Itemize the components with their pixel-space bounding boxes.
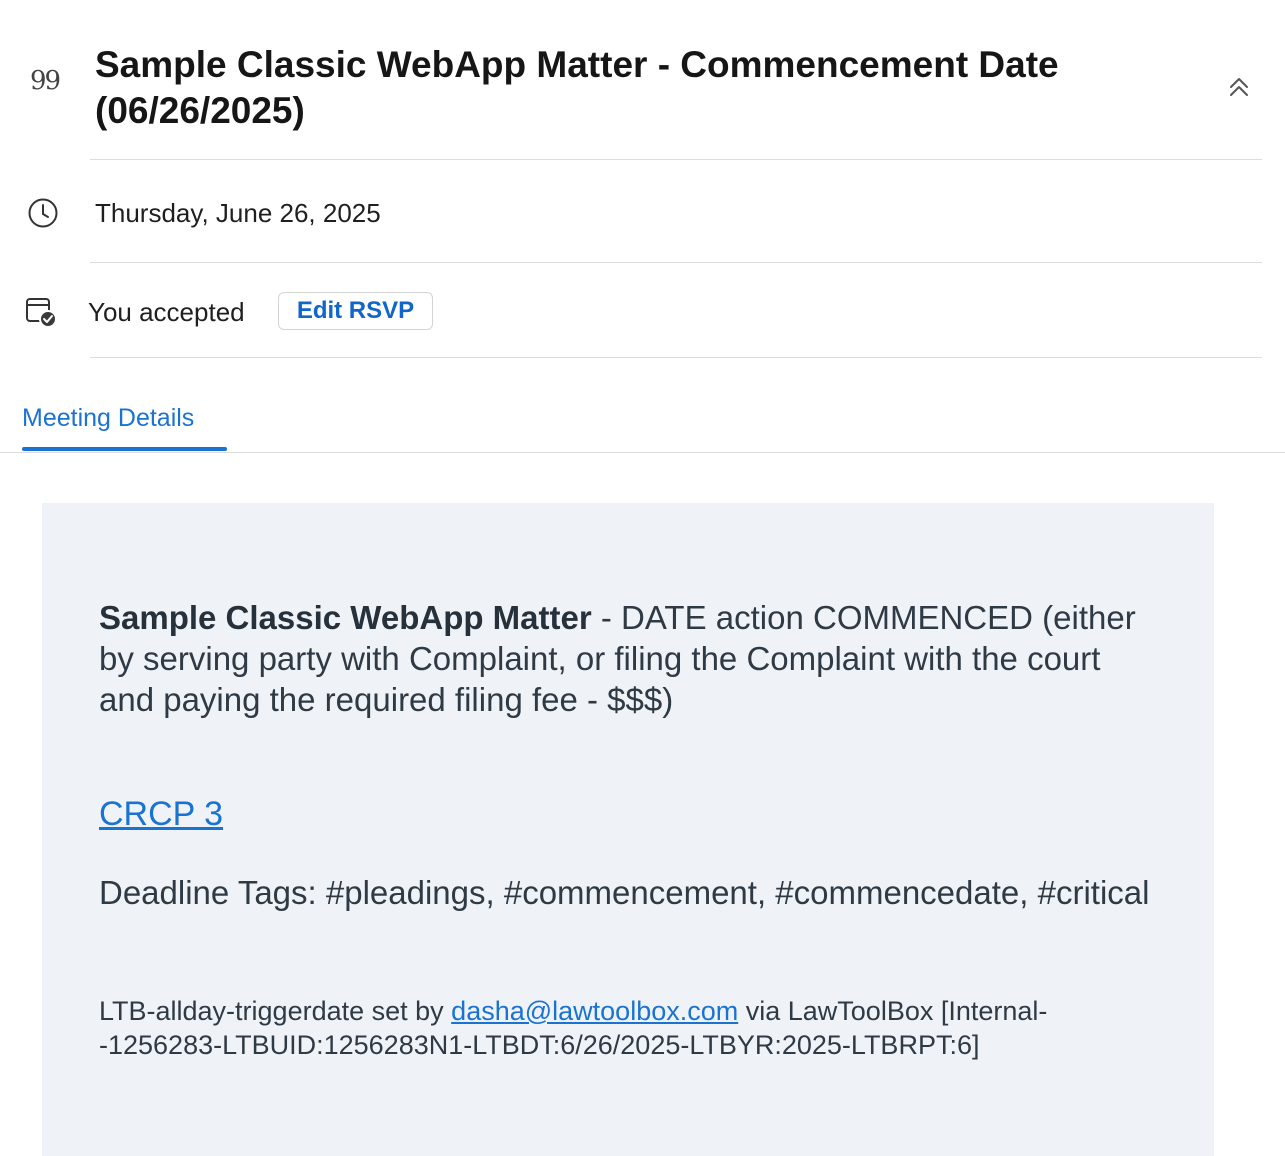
- matter-name: Sample Classic WebApp Matter: [99, 599, 592, 636]
- divider: [90, 159, 1262, 160]
- event-title: Sample Classic WebApp Matter - Commencem…: [95, 44, 1059, 131]
- deadline-tags: Deadline Tags: #pleadings, #commencement…: [99, 874, 1150, 911]
- tab-selected-indicator: [22, 447, 227, 451]
- collapse-button[interactable]: [1222, 70, 1256, 104]
- clock-icon: [26, 196, 60, 230]
- ltb-footer: LTB-allday-triggerdate set by dasha@lawt…: [99, 994, 1099, 1062]
- chevron-double-up-icon: [1230, 78, 1248, 96]
- tab-divider: [0, 452, 1285, 453]
- footer-prefix: LTB-allday-triggerdate set by: [99, 996, 452, 1026]
- divider: [90, 357, 1262, 358]
- rule-link[interactable]: CRCP 3: [99, 795, 223, 834]
- event-date: Thursday, June 26, 2025: [95, 198, 381, 228]
- event-description: Sample Classic WebApp Matter - DATE acti…: [99, 597, 1159, 720]
- divider: [90, 262, 1262, 263]
- organizer-email-link[interactable]: dasha@lawtoolbox.com: [451, 996, 738, 1026]
- rsvp-status: You accepted: [88, 297, 245, 327]
- tab-meeting-details[interactable]: Meeting Details: [22, 404, 194, 433]
- quote-icon: 99: [30, 66, 61, 96]
- edit-rsvp-button[interactable]: Edit RSVP: [278, 292, 433, 330]
- calendar-check-icon: [24, 295, 58, 329]
